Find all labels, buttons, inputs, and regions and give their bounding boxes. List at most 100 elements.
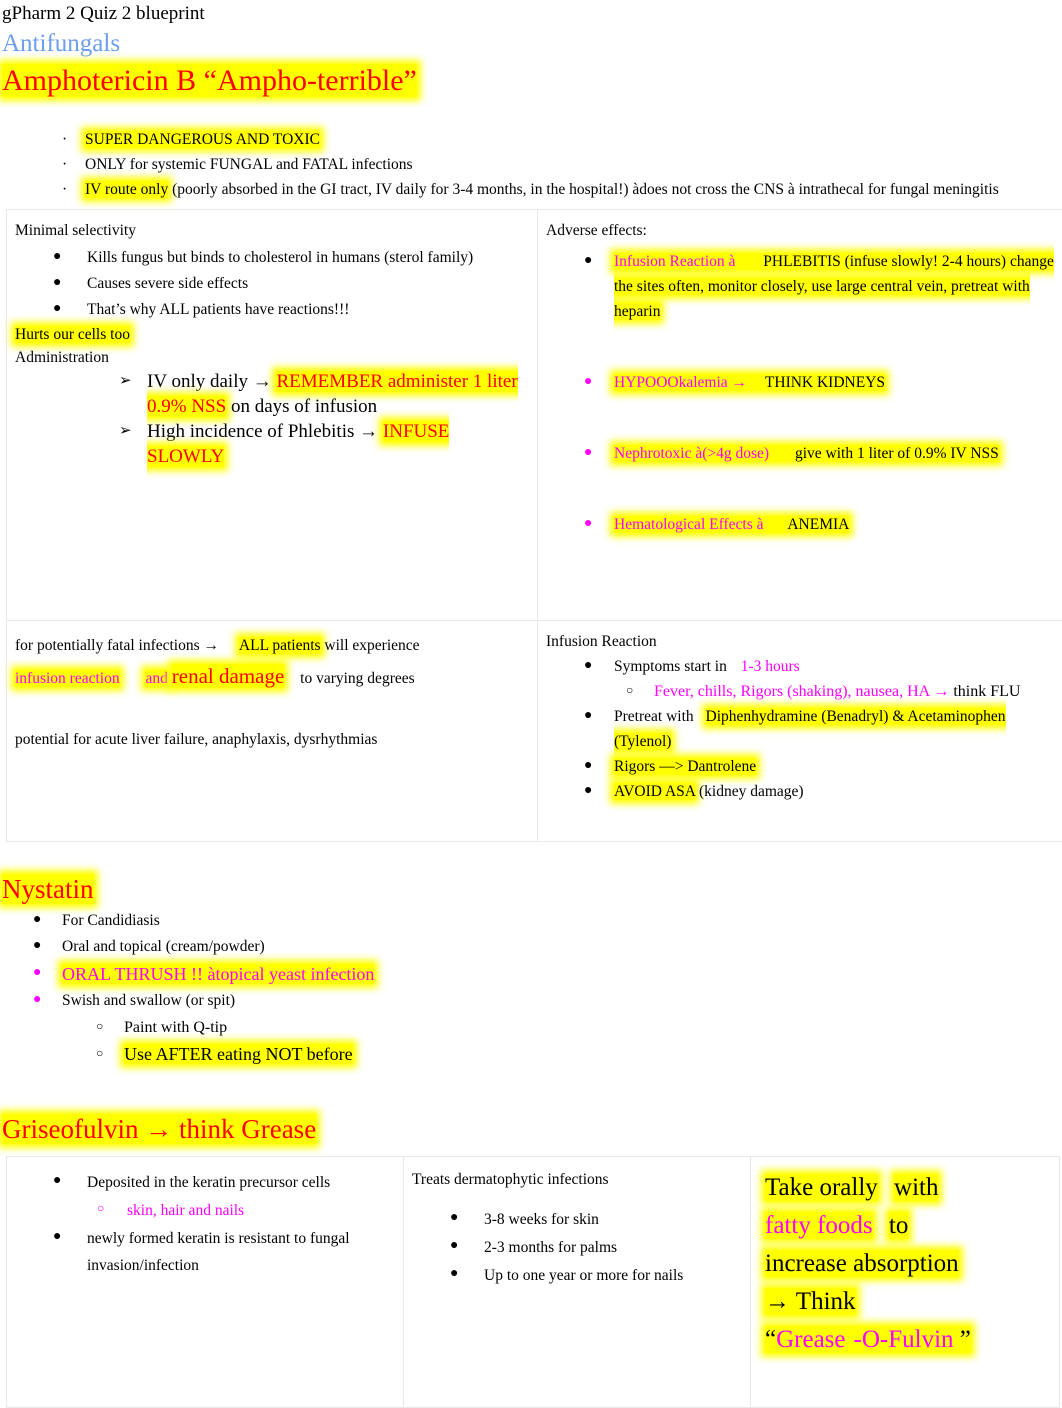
list-item: ● HYPOOOkalemia → THINK KIDNEYS	[546, 370, 1062, 395]
bullet-icon: ●	[53, 270, 61, 295]
sub-bullet-icon: ○	[626, 678, 633, 703]
list-item: · ONLY for systemic FUNGAL and FATAL inf…	[0, 153, 1062, 176]
griseofulvin-table: ● Deposited in the keratin precursor cel…	[6, 1156, 1060, 1408]
cell-dermatophytic: Treats dermatophytic infections ● 3-8 wee…	[404, 1157, 751, 1408]
admin-item-lead: High incidence of Phlebitis	[147, 421, 354, 442]
sub-bullet-icon: ○	[97, 1196, 104, 1221]
list-item: ● Up to one year or more for nails	[412, 1262, 740, 1289]
bullet-icon: ●	[584, 653, 592, 678]
list-item: ● ORAL THRUSH !! àtopical yeast infectio…	[0, 960, 1062, 988]
note-hurts-cells: Hurts our cells too	[15, 323, 527, 346]
arrow-bullet-icon: ➢	[119, 369, 132, 394]
bullet-icon: ●	[450, 1261, 458, 1286]
adverse-effects-list: ● Infusion Reaction à PHLEBITIS (infuse …	[546, 249, 1062, 537]
cell-adverse-effects: Adverse effects: ● Infusion Reaction à P…	[538, 210, 1062, 621]
table-row: Minimal selectivity ●Kills fungus but bi…	[7, 210, 1062, 621]
bullet-icon: ●	[584, 369, 592, 394]
grease-p7a: Grease	[776, 1326, 845, 1353]
amphotericin-detail-table: Minimal selectivity ●Kills fungus but bi…	[6, 209, 1062, 842]
bullet-icon: ●	[584, 753, 592, 778]
point-text-indication: ONLY for systemic FUNGAL and FATAL infec…	[85, 156, 413, 173]
bullet-icon: ●	[584, 511, 592, 536]
bullet-icon: ●	[53, 244, 61, 269]
arrow-glyph: →	[253, 371, 272, 392]
middot-icon: ·	[62, 153, 67, 176]
cell-keratin-info: ● Deposited in the keratin precursor cel…	[7, 1157, 404, 1408]
middot-icon: ·	[62, 178, 67, 201]
document-title: gPharm 2 Quiz 2 blueprint	[0, 2, 1062, 26]
note-hurts-cells-text: Hurts our cells too	[15, 326, 130, 343]
ir-tail: think FLU	[953, 683, 1020, 700]
list-item-label: Oral and topical (cream/powder)	[62, 938, 265, 955]
ir-highlight: Rigors —> Dantrolene	[614, 758, 756, 775]
list-item: ● For Candidiasis	[0, 908, 1062, 934]
fatal-line2-b: and	[145, 670, 167, 687]
list-item: ● Oral and topical (cream/powder)	[0, 934, 1062, 960]
fatal-line2-a: infusion reaction	[15, 670, 120, 687]
ir-tail: (kidney damage)	[699, 783, 804, 800]
grease-quote-close: ”	[960, 1326, 971, 1353]
list-item-label: Up to one year or more for nails	[484, 1267, 683, 1284]
list-item: ➢ High incidence of Phlebitis → INFUSE S…	[15, 419, 527, 469]
bullet-icon: ●	[33, 933, 41, 959]
cell-infusion-reaction: Infusion Reaction ● Symptoms start in 1-…	[538, 621, 1062, 842]
fatal-line3: potential for acute liver failure, anaph…	[15, 728, 527, 751]
bullet-icon: ●	[33, 907, 41, 933]
bullet-icon: ●	[33, 987, 41, 1013]
bullet-icon: ●	[584, 248, 592, 273]
list-item: · SUPER DANGEROUS AND TOXIC	[0, 128, 1062, 151]
list-item-label: Use AFTER eating NOT before	[124, 1044, 353, 1064]
drug-heading-nystatin-text: Nystatin	[2, 874, 94, 904]
drug-heading-amphotericin-text: Amphotericin B “Ampho-terrible”	[2, 64, 417, 97]
bullet-icon: ●	[53, 1168, 61, 1193]
take-orally-paragraph: Take orally with fatty foods to increase…	[759, 1169, 1049, 1359]
fatal-line1-b: ALL patients	[239, 637, 321, 654]
list-item: ○ Paint with Q-tip	[0, 1014, 1062, 1041]
adverse-lead: Nephrotoxic à(>4g dose)	[614, 445, 769, 462]
bullet-icon: ●	[33, 959, 41, 987]
list-item-label: 3-8 weeks for skin	[484, 1211, 599, 1228]
ir-accent: Fever, chills, Rigors (shaking), nausea,…	[654, 683, 949, 700]
list-item: · IV route only (poorly absorbed in the …	[0, 178, 1062, 201]
grease-p3: fatty foods	[765, 1212, 873, 1239]
point-text-route-lead: IV route only	[85, 181, 168, 198]
grease-p2: with	[894, 1174, 938, 1201]
bullet-icon: ●	[450, 1233, 458, 1258]
list-item: ●Kills fungus but binds to cholesterol i…	[15, 245, 527, 270]
arrow-glyph: →	[359, 421, 378, 442]
keratin-list: ● Deposited in the keratin precursor cel…	[15, 1169, 393, 1279]
adverse-rest: give with 1 liter of 0.9% IV NSS	[795, 445, 999, 462]
list-item: ● Pretreat with Diphenhydramine (Benadry…	[546, 704, 1062, 754]
bullet-icon: ●	[584, 778, 592, 803]
cell-title-dermatophytic: Treats dermatophytic infections	[412, 1169, 740, 1190]
list-item: ● newly formed keratin is resistant to f…	[15, 1225, 393, 1279]
list-item: ● Swish and swallow (or spit)	[0, 988, 1062, 1014]
middot-icon: ·	[62, 128, 67, 151]
drug-heading-griseofulvin-text: Griseofulvin → think Grease	[2, 1114, 316, 1144]
admin-item-lead: IV only daily	[147, 371, 248, 392]
document-page: gPharm 2 Quiz 2 blueprint Antifungals Am…	[0, 2, 1062, 1379]
grease-p7b: -O-Fulvin	[854, 1326, 954, 1353]
list-item: ● Deposited in the keratin precursor cel…	[15, 1169, 393, 1196]
list-item: ● Infusion Reaction à PHLEBITIS (infuse …	[546, 249, 1062, 324]
list-item-label: skin, hair and nails	[127, 1202, 244, 1219]
sub-bullet-icon: ○	[96, 1013, 103, 1040]
cell-fatal-infections: for potentially fatal infections → ALL p…	[7, 621, 538, 842]
list-item: ● Nephrotoxic à(>4g dose) give with 1 li…	[546, 441, 1062, 466]
grease-p6: → Think	[765, 1288, 856, 1315]
list-item: ● Symptoms start in 1-3 hours	[546, 654, 1062, 679]
point-text-danger: SUPER DANGEROUS AND TOXIC	[85, 131, 320, 148]
ir-lead: Symptoms start in	[614, 658, 727, 675]
list-item-label: That’s why ALL patients have reactions!!…	[87, 301, 349, 318]
adverse-lead: Infusion Reaction à	[614, 253, 735, 270]
list-item: ● AVOID ASA (kidney damage)	[546, 779, 1062, 804]
grease-quote-open: “	[765, 1326, 776, 1353]
grease-p5: increase absorption	[765, 1250, 959, 1277]
infusion-reaction-list: ● Symptoms start in 1-3 hours ○ Fever, c…	[546, 654, 1062, 804]
cell-title-infusion-reaction: Infusion Reaction	[546, 631, 1062, 652]
list-item: ●2-3 months for palms	[412, 1234, 740, 1261]
ir-highlight: AVOID ASA	[614, 783, 695, 800]
adverse-rest: THINK KIDNEYS	[765, 374, 885, 391]
bullet-icon: ●	[584, 440, 592, 465]
adverse-lead: HYPOOOkalemia →	[614, 374, 747, 391]
